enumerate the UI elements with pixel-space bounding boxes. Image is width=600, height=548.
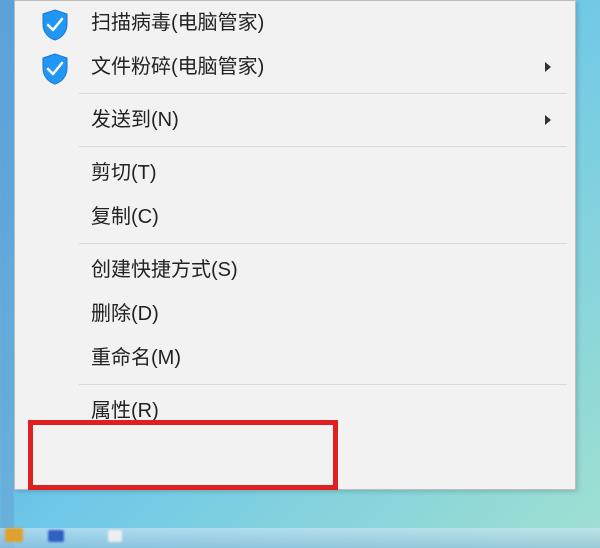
context-menu-icon-column — [15, 1, 75, 489]
desktop-left-strip — [0, 0, 14, 548]
menu-item-send-to[interactable]: 发送到(N) — [75, 98, 575, 142]
menu-item-label: 发送到(N) — [91, 109, 179, 131]
menu-item-label: 扫描病毒(电脑管家) — [91, 12, 264, 34]
submenu-arrow-icon — [545, 62, 551, 72]
context-menu-items: 扫描病毒(电脑管家) 文件粉碎(电脑管家) 发送到(N) 剪切(T) 复制(C)… — [75, 1, 575, 489]
menu-item-label: 属性(R) — [91, 400, 159, 422]
taskbar-icon[interactable] — [48, 530, 64, 542]
menu-item-label: 剪切(T) — [91, 162, 157, 184]
menu-item-cut[interactable]: 剪切(T) — [75, 151, 575, 195]
desktop-background: 扫描病毒(电脑管家) 文件粉碎(电脑管家) 发送到(N) 剪切(T) 复制(C)… — [0, 0, 600, 548]
menu-item-label: 文件粉碎(电脑管家) — [91, 56, 264, 78]
menu-item-create-shortcut[interactable]: 创建快捷方式(S) — [75, 248, 575, 292]
menu-separator — [79, 384, 567, 385]
menu-separator — [79, 146, 567, 147]
menu-item-delete[interactable]: 删除(D) — [75, 292, 575, 336]
menu-item-rename[interactable]: 重命名(M) — [75, 336, 575, 380]
shield-icon — [41, 53, 69, 85]
taskbar-icon[interactable] — [108, 530, 122, 542]
menu-item-label: 删除(D) — [91, 303, 159, 325]
shield-icon — [41, 9, 69, 41]
menu-item-scan-virus[interactable]: 扫描病毒(电脑管家) — [75, 1, 575, 45]
context-menu: 扫描病毒(电脑管家) 文件粉碎(电脑管家) 发送到(N) 剪切(T) 复制(C)… — [14, 0, 576, 490]
menu-separator — [79, 243, 567, 244]
menu-item-copy[interactable]: 复制(C) — [75, 195, 575, 239]
menu-item-properties[interactable]: 属性(R) — [75, 389, 575, 433]
taskbar[interactable] — [0, 528, 600, 548]
menu-item-label: 重命名(M) — [91, 347, 181, 369]
submenu-arrow-icon — [545, 115, 551, 125]
menu-separator — [79, 93, 567, 94]
taskbar-icon[interactable] — [5, 528, 23, 542]
menu-item-file-shred[interactable]: 文件粉碎(电脑管家) — [75, 45, 575, 89]
menu-item-label: 复制(C) — [91, 206, 159, 228]
menu-item-label: 创建快捷方式(S) — [91, 259, 238, 281]
